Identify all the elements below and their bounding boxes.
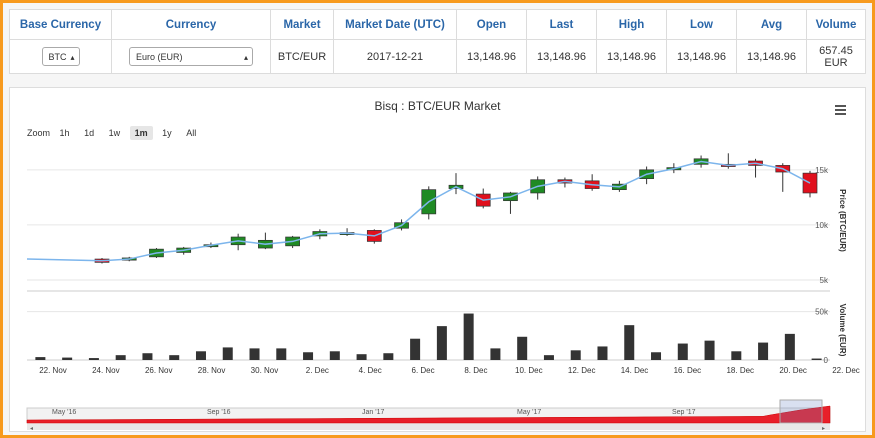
volume-bar [142,353,153,360]
navigator-window [779,399,823,424]
price-axis-label: Price (BTC/EUR) [838,189,847,252]
column-header: Base Currency [9,9,112,40]
volume-bar [35,357,46,360]
volume-bar [597,346,608,360]
currency-select[interactable]: Euro (EUR) ▴ [129,47,253,66]
volume-bar [677,343,688,360]
navigator-tick-label: Sep '16 [207,409,231,416]
navigator-tick-label: May '17 [517,409,541,416]
volume-tick-label: 50k [815,308,829,317]
x-tick-label: 26. Nov [145,366,173,375]
volume-bar [115,355,126,360]
x-tick-label: 24. Nov [92,366,120,375]
volume-bar [329,351,340,360]
price-tick-label: 5k [820,276,829,285]
volume-bar [276,348,287,360]
select-arrows-icon: ▴ [70,53,75,62]
volume-bar [651,352,662,360]
x-tick-label: 16. Dec [674,366,702,375]
volume-bar [624,325,635,360]
volume-value: 657.45 EUR [806,39,866,74]
column-header: Market Date (UTC) [333,9,457,40]
scroll-right-icon: ▸ [822,426,825,432]
volume-bar [570,350,581,360]
x-tick-label: 14. Dec [621,366,649,375]
volume-bar [463,313,474,360]
volume-axis-label: Volume (EUR) [838,304,847,357]
navigator-tick-label: Sep '17 [672,409,696,416]
x-tick-label: 20. Dec [779,366,807,375]
last-value: 13,148.96 [526,39,597,74]
x-tick-label: 4. Dec [359,366,382,375]
column-header: High [596,9,667,40]
volume-bar [704,340,715,360]
column-header: Volume [806,9,866,40]
volume-bar [543,355,554,360]
open-value: 13,148.96 [456,39,527,74]
navigator-scrollbar [27,424,830,430]
select-arrows-icon: ▴ [243,53,248,62]
volume-bar [436,326,447,360]
navigator-tick-label: May '16 [52,409,76,416]
x-tick-label: 30. Nov [251,366,279,375]
volume-bar [88,358,99,360]
x-tick-label: 8. Dec [464,366,487,375]
navigator-tick-label: Jan '17 [362,409,384,416]
volume-bar [62,357,73,360]
average-line [26,160,811,262]
volume-bar [383,353,394,360]
market-value: BTC/EUR [270,39,334,74]
column-header: Avg [736,9,807,40]
volume-bar [784,333,795,360]
volume-bar [169,355,180,360]
x-tick-label: 6. Dec [412,366,435,375]
high-value: 13,148.96 [596,39,667,74]
x-tick-label: 12. Dec [568,366,596,375]
market-date-value: 2017-12-21 [333,39,457,74]
volume-bar [303,352,314,360]
scroll-left-icon: ◂ [30,426,33,432]
avg-value: 13,148.96 [736,39,807,74]
volume-bar [222,347,233,360]
volume-bar [517,336,528,360]
column-header: Currency [111,9,271,40]
volume-bar [356,354,367,360]
x-tick-label: 18. Dec [726,366,754,375]
volume-tick-label: 0 [824,356,829,365]
column-header: Low [666,9,737,40]
x-tick-label: 2. Dec [306,366,329,375]
volume-bar [195,351,206,360]
market-summary-table: Base Currency Currency Market Market Dat… [9,9,866,74]
base-currency-select[interactable]: BTC ▴ [41,47,80,66]
column-header: Open [456,9,527,40]
chart-card: Bisq : BTC/EUR Market Zoom 1h 1d 1w 1m 1… [9,87,866,432]
volume-bar [731,351,742,360]
x-tick-label: 10. Dec [515,366,543,375]
column-header: Last [526,9,597,40]
volume-bar [490,348,501,360]
low-value: 13,148.96 [666,39,737,74]
volume-bar [249,348,260,360]
x-tick-label: 22. Nov [39,366,67,375]
table-header-row: Base Currency Currency Market Market Dat… [9,9,866,40]
column-header: Market [270,9,334,40]
x-tick-label: 28. Nov [198,366,226,375]
volume-bar [811,358,822,360]
volume-bar [410,338,421,360]
x-tick-label: 22. Dec [832,366,860,375]
candlestick-chart[interactable]: 15k10k5k50k0Price (BTC/EUR)Volume (EUR)2… [10,88,867,433]
volume-bar [758,342,769,360]
price-tick-label: 10k [815,221,829,230]
table-row: BTC ▴ Euro (EUR) ▴ BTC/EUR 2017-12-21 13,1… [9,39,866,74]
